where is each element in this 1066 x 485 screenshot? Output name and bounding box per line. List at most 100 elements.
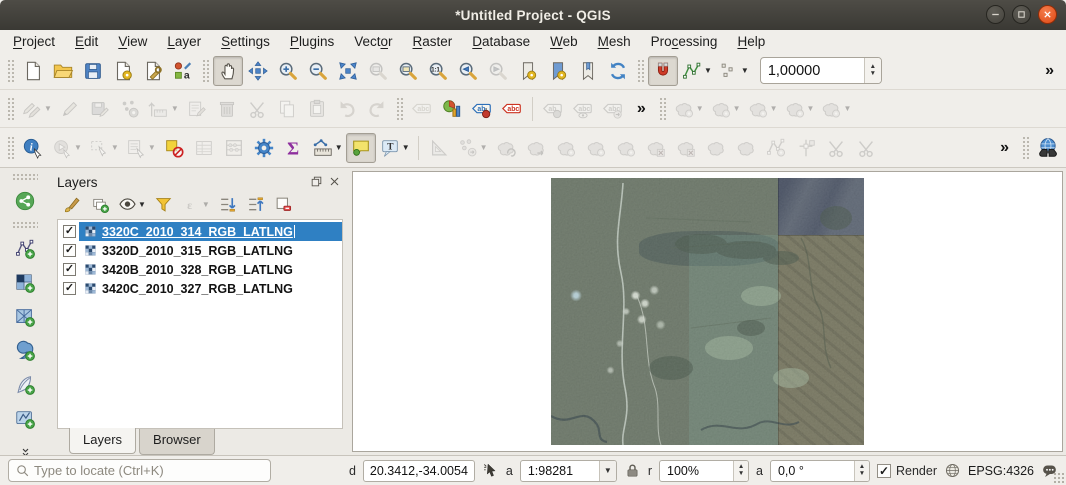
chevron-down-icon[interactable]: ▼ — [599, 461, 616, 481]
new-geopackage-layer-button[interactable] — [10, 335, 40, 366]
advanced-digitizing-button[interactable]: ▼ — [145, 94, 182, 124]
select-features-button[interactable]: ▼ — [85, 133, 122, 163]
menu-web[interactable]: Web — [540, 33, 588, 50]
digitize-ellipse-button[interactable]: ▼ — [744, 94, 781, 124]
add-part-button[interactable] — [581, 133, 611, 163]
chevron-down-icon[interactable]: ▼ — [171, 104, 179, 113]
chevron-down-icon[interactable]: ▼ — [704, 66, 712, 75]
toolbar-overflow-button[interactable]: » — [1036, 62, 1063, 80]
toolbar-drag-handle[interactable] — [1022, 136, 1029, 160]
menu-raster[interactable]: Raster — [403, 33, 463, 50]
new-project-button[interactable] — [18, 56, 48, 86]
menu-mesh[interactable]: Mesh — [588, 33, 641, 50]
render-toggle[interactable]: ✓ Render — [877, 464, 937, 478]
snapping-mode-button[interactable]: ▼ — [678, 56, 715, 86]
remove-layer-button[interactable] — [271, 193, 297, 216]
chevron-down-icon[interactable]: ▼ — [74, 143, 82, 152]
panel-float-icon[interactable] — [310, 175, 325, 190]
open-attribute-table-button[interactable] — [189, 133, 219, 163]
filter-legend-button[interactable] — [151, 193, 177, 216]
coordinate-input[interactable] — [363, 460, 475, 482]
metasearch-plugin-button[interactable] — [1033, 133, 1063, 163]
deselect-features-button[interactable] — [159, 133, 189, 163]
zoom-to-selection-button[interactable] — [363, 56, 393, 86]
layer-visibility-checkbox[interactable]: ✓ — [63, 282, 76, 295]
pin-unpin-labels-button[interactable]: ab — [538, 94, 568, 124]
layer-labeling-options-button[interactable]: abc — [407, 94, 437, 124]
show-hide-labels-button[interactable]: abc — [568, 94, 598, 124]
vertex-tool-setsquare-button[interactable] — [424, 133, 454, 163]
layer-row[interactable]: ✓3320D_2010_315_RGB_LATLNG — [58, 241, 342, 260]
layer-visibility-checkbox[interactable]: ✓ — [63, 263, 76, 276]
spinner-arrows[interactable]: ▲▼ — [854, 461, 869, 481]
current-edits-button[interactable]: ▼ — [18, 94, 55, 124]
zoom-to-layer-button[interactable] — [393, 56, 423, 86]
show-statistics-button[interactable]: Σ — [279, 133, 309, 163]
reshape-features-button[interactable] — [701, 133, 731, 163]
toolbar-drag-handle[interactable] — [12, 221, 38, 228]
save-project-button[interactable] — [78, 56, 108, 86]
digitize-with-curve-button[interactable]: ▼ — [454, 133, 491, 163]
lock-scale-icon[interactable] — [624, 462, 641, 479]
add-ring-button[interactable] — [551, 133, 581, 163]
collapse-all-button[interactable] — [243, 193, 269, 216]
minimize-button[interactable] — [986, 5, 1005, 24]
add-group-button[interactable] — [87, 193, 113, 216]
layer-item[interactable]: 3320C_2010_314_RGB_LATLNG — [79, 222, 342, 241]
pan-to-selection-button[interactable] — [243, 56, 273, 86]
run-feature-action-button[interactable]: ▼ — [48, 133, 85, 163]
rotation-spinbox[interactable]: 0,0 ° ▲▼ — [770, 460, 870, 482]
filter-legend-by-expression-button[interactable]: ε▼ — [179, 193, 213, 216]
show-spatial-bookmarks-button[interactable] — [543, 56, 573, 86]
locate-input[interactable] — [34, 463, 264, 478]
redo-button[interactable] — [362, 94, 392, 124]
open-data-source-manager-button[interactable] — [10, 185, 40, 216]
merge-features-button[interactable] — [821, 133, 851, 163]
maximize-button[interactable] — [1012, 5, 1031, 24]
delete-ring-button[interactable] — [641, 133, 671, 163]
toolbar-overflow-button[interactable]: » — [991, 139, 1018, 157]
crs-globe-icon[interactable] — [944, 462, 961, 479]
resize-grip[interactable] — [1053, 472, 1064, 483]
add-vector-layer-button[interactable] — [10, 233, 40, 264]
crs-status[interactable]: EPSG:4326 — [968, 464, 1034, 478]
layer-row[interactable]: ✓3420B_2010_328_RGB_LATLNG — [58, 260, 342, 279]
menu-vector[interactable]: Vector — [344, 33, 402, 50]
layer-item[interactable]: 3320D_2010_315_RGB_LATLNG — [79, 241, 342, 260]
menu-layer[interactable]: Layer — [157, 33, 211, 50]
split-parts-button[interactable] — [791, 133, 821, 163]
panel-tab-layers[interactable]: Layers — [69, 428, 136, 454]
panel-tab-browser[interactable]: Browser — [139, 429, 215, 455]
undo-button[interactable] — [332, 94, 362, 124]
magnifier-spinbox[interactable]: 100% ▲▼ — [659, 460, 749, 482]
toolbar-drag-handle[interactable] — [7, 136, 14, 160]
menu-view[interactable]: View — [108, 33, 157, 50]
layer-visibility-checkbox[interactable]: ✓ — [63, 244, 76, 257]
pin-labels-button[interactable]: ab — [467, 94, 497, 124]
highlight-pinned-labels-button[interactable]: abc — [497, 94, 527, 124]
offset-curve-button[interactable] — [731, 133, 761, 163]
chevron-down-icon[interactable]: ▼ — [202, 200, 210, 209]
chevron-down-icon[interactable]: ▼ — [148, 143, 156, 152]
menu-database[interactable]: Database — [462, 33, 540, 50]
map-tips-button[interactable] — [346, 133, 376, 163]
snapping-tolerance-spinbox[interactable]: ▲▼ — [760, 57, 882, 84]
new-virtual-layer-button[interactable] — [10, 403, 40, 434]
menu-project[interactable]: Project — [3, 33, 65, 50]
zoom-native-resolution-button[interactable]: 1:1 — [423, 56, 453, 86]
zoom-full-button[interactable] — [333, 56, 363, 86]
chevron-down-icon[interactable]: ▼ — [741, 66, 749, 75]
add-mesh-layer-button[interactable] — [10, 301, 40, 332]
toolbar-drag-handle[interactable] — [7, 97, 14, 121]
move-label-button[interactable]: abc — [598, 94, 628, 124]
chevron-down-icon[interactable]: ▼ — [480, 143, 488, 152]
panel-close-icon[interactable] — [328, 175, 343, 190]
spinner-arrows[interactable]: ▲▼ — [864, 58, 881, 83]
manage-map-themes-button[interactable]: ▼ — [115, 193, 149, 216]
layer-item[interactable]: 3420B_2010_328_RGB_LATLNG — [79, 260, 342, 279]
digitize-regular-polygon-button[interactable]: ▼ — [817, 94, 854, 124]
enable-snapping-button[interactable] — [648, 56, 678, 86]
show-bookmark-manager-button[interactable] — [573, 56, 603, 86]
new-shapefile-layer-button[interactable] — [10, 369, 40, 400]
extent-toggle-icon[interactable] — [482, 462, 499, 479]
